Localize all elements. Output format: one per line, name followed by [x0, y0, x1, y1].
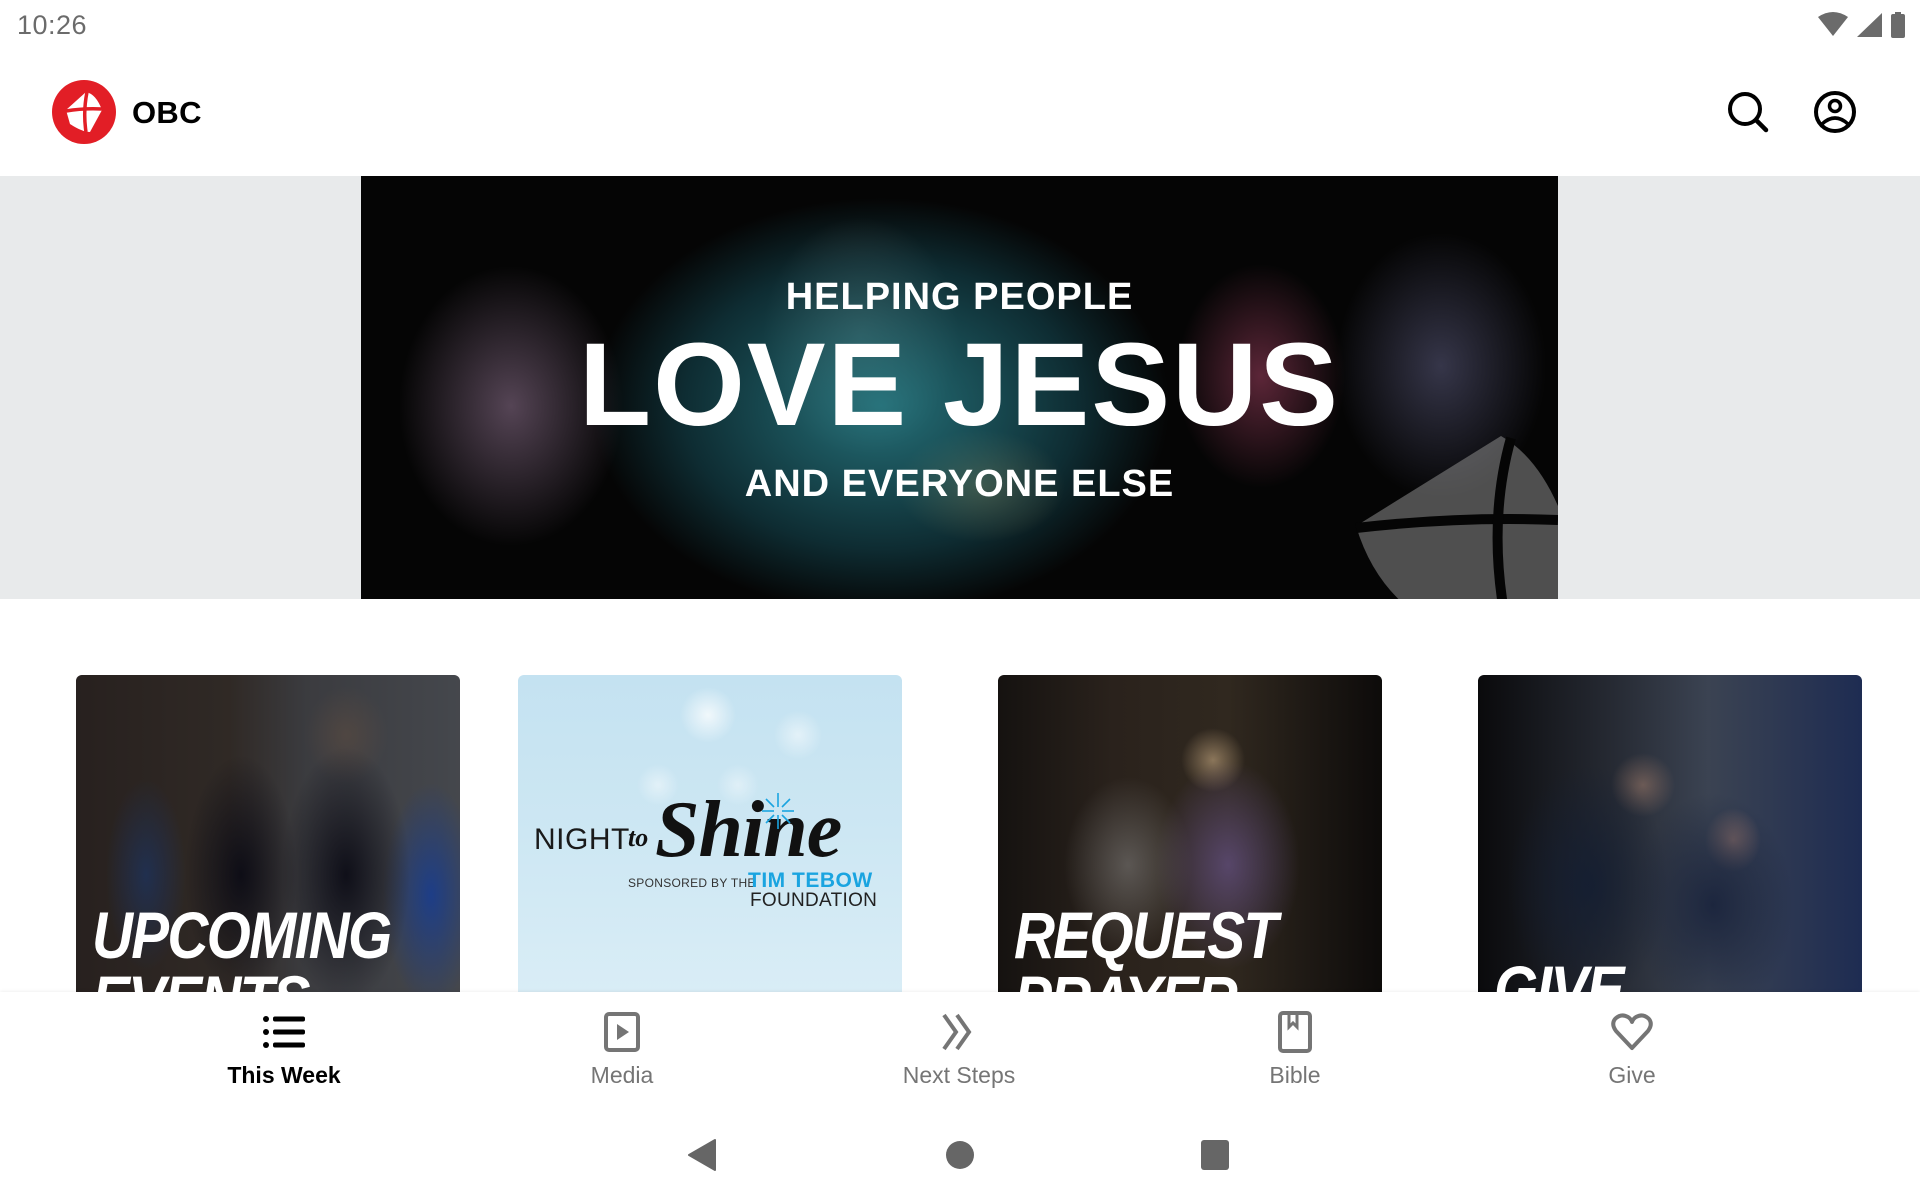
card-request-prayer[interactable]: REQUEST PRAYER [998, 675, 1382, 992]
nav-label: Give [1608, 1062, 1656, 1088]
sponsored-by-text: SPONSORED BY THE [628, 876, 756, 890]
card-caption: REQUEST PRAYER [1014, 898, 1278, 992]
back-triangle-icon [688, 1139, 716, 1171]
card-caption-line1: UPCOMING [92, 898, 392, 972]
nav-label: Media [590, 1062, 654, 1088]
nav-tab-next-steps[interactable]: Next Steps [839, 992, 1079, 1100]
app-bar: OBC [0, 52, 1920, 176]
card-caption: UPCOMING EVENTS [92, 898, 392, 992]
logo-night-text: NIGHT [534, 823, 630, 856]
double-chevron-right-icon [937, 1010, 981, 1054]
play-square-icon [600, 1010, 644, 1054]
logo-icon [52, 80, 116, 144]
book-bookmark-icon [1273, 1010, 1317, 1054]
church-logo[interactable] [52, 80, 116, 144]
nav-tab-this-week[interactable]: This Week [164, 992, 404, 1100]
account-circle-icon [1814, 91, 1856, 133]
list-icon [262, 1010, 306, 1054]
cell-signal-icon [1856, 12, 1882, 38]
app-title: OBC [132, 95, 202, 130]
nav-label: This Week [227, 1062, 341, 1088]
heart-icon [1610, 1010, 1654, 1054]
search-icon [1728, 92, 1769, 133]
card-caption-line1: GIVE [1494, 952, 1624, 992]
nav-tab-give[interactable]: Give [1512, 992, 1752, 1100]
battery-icon [1890, 12, 1906, 38]
system-back-button[interactable] [677, 1130, 727, 1180]
nav-tab-media[interactable]: Media [502, 992, 742, 1100]
sparkle-icon [762, 793, 794, 829]
hero-band: HELPING PEOPLE LOVE JESUS AND EVERYONE E… [0, 176, 1920, 599]
status-icons [1818, 12, 1906, 38]
card-night-to-shine[interactable]: NIGHT to Shine SPONSORED BY THE TIM TEBO… [518, 675, 902, 992]
logo-to-text: to [628, 823, 649, 852]
hero-title: LOVE JESUS [578, 319, 1340, 451]
system-home-button[interactable] [935, 1130, 985, 1180]
card-upcoming-events[interactable]: UPCOMING EVENTS [76, 675, 460, 992]
account-button[interactable] [1805, 82, 1865, 142]
system-navigation-bar [0, 1100, 1920, 1200]
search-button[interactable] [1718, 82, 1778, 142]
card-caption: GIVE [1494, 952, 1624, 992]
bottom-navigation: This Week Media Next Steps Bible Give [0, 992, 1920, 1100]
status-bar: 10:26 [0, 0, 1920, 52]
card-caption-line1: REQUEST [1014, 898, 1278, 972]
nav-tab-bible[interactable]: Bible [1175, 992, 1415, 1100]
logo-shine-text: Shine [655, 786, 842, 874]
card-give[interactable]: GIVE [1478, 675, 1862, 992]
system-recents-button[interactable] [1190, 1130, 1240, 1180]
nav-label: Next Steps [902, 1062, 1016, 1088]
wifi-icon [1818, 12, 1848, 38]
status-time: 10:26 [17, 10, 88, 40]
home-circle-icon [946, 1141, 974, 1169]
recents-square-icon [1201, 1140, 1229, 1170]
night-to-shine-logo: NIGHT to Shine SPONSORED BY THE TIM TEBO… [518, 675, 902, 992]
hero-banner[interactable]: HELPING PEOPLE LOVE JESUS AND EVERYONE E… [361, 176, 1558, 599]
foundation-text: FOUNDATION [750, 890, 878, 911]
hero-text: HELPING PEOPLE LOVE JESUS AND EVERYONE E… [361, 176, 1558, 599]
hero-subtitle-bottom: AND EVERYONE ELSE [744, 463, 1175, 505]
nav-label: Bible [1269, 1062, 1321, 1088]
hero-subtitle-top: HELPING PEOPLE [785, 276, 1134, 318]
